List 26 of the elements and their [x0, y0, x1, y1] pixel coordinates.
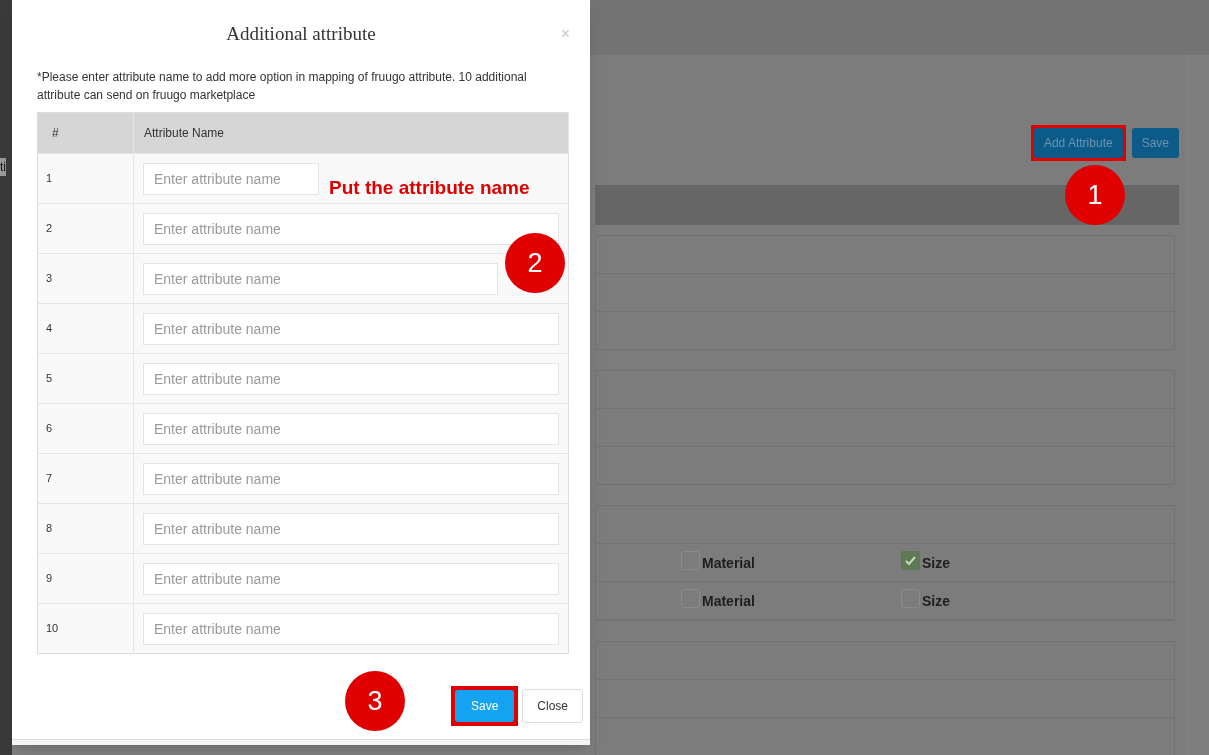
- attribute-name-input[interactable]: Enter attribute name: [143, 412, 559, 445]
- save-button[interactable]: Save: [454, 690, 515, 722]
- close-button[interactable]: Close: [522, 689, 583, 723]
- add-attribute-button[interactable]: Add Attribute: [1033, 128, 1123, 158]
- attribute-name-input[interactable]: Enter attribute name: [143, 462, 559, 495]
- option-label: Size: [922, 554, 950, 573]
- instruction-text: *Please enter attribute name to add more option in mapping of fruugo attribute. 10 additional attribute can send on fruugo marketplace: [36, 69, 528, 104]
- option-label: Size: [922, 592, 950, 611]
- check-icon: [904, 554, 917, 567]
- attribute-name-input[interactable]: Enter attribute name: [143, 512, 559, 545]
- cut-off-text: ti: [0, 158, 6, 176]
- attribute-name-input[interactable]: Enter attribute name: [143, 162, 319, 195]
- close-button[interactable]: ×: [560, 22, 570, 46]
- attribute-name-input[interactable]: Enter attribute name: [143, 212, 559, 245]
- modal-title: Additional attribute: [226, 21, 376, 46]
- row-number: 10: [37, 603, 134, 654]
- annotation-text: Put the attribute name: [329, 176, 530, 200]
- attribute-name-input[interactable]: Enter attribute name: [143, 612, 559, 645]
- option-label: Material: [702, 554, 755, 573]
- option-label: Material: [702, 592, 755, 611]
- attribute-name-input[interactable]: Enter attribute name: [143, 562, 559, 595]
- attribute-name-input[interactable]: Enter attribute name: [143, 362, 559, 395]
- save-button[interactable]: Save: [1131, 128, 1179, 158]
- attribute-name-input[interactable]: Enter attribute name: [143, 262, 498, 295]
- checkbox[interactable]: [901, 551, 920, 570]
- attribute-name-input[interactable]: Enter attribute name: [143, 312, 559, 345]
